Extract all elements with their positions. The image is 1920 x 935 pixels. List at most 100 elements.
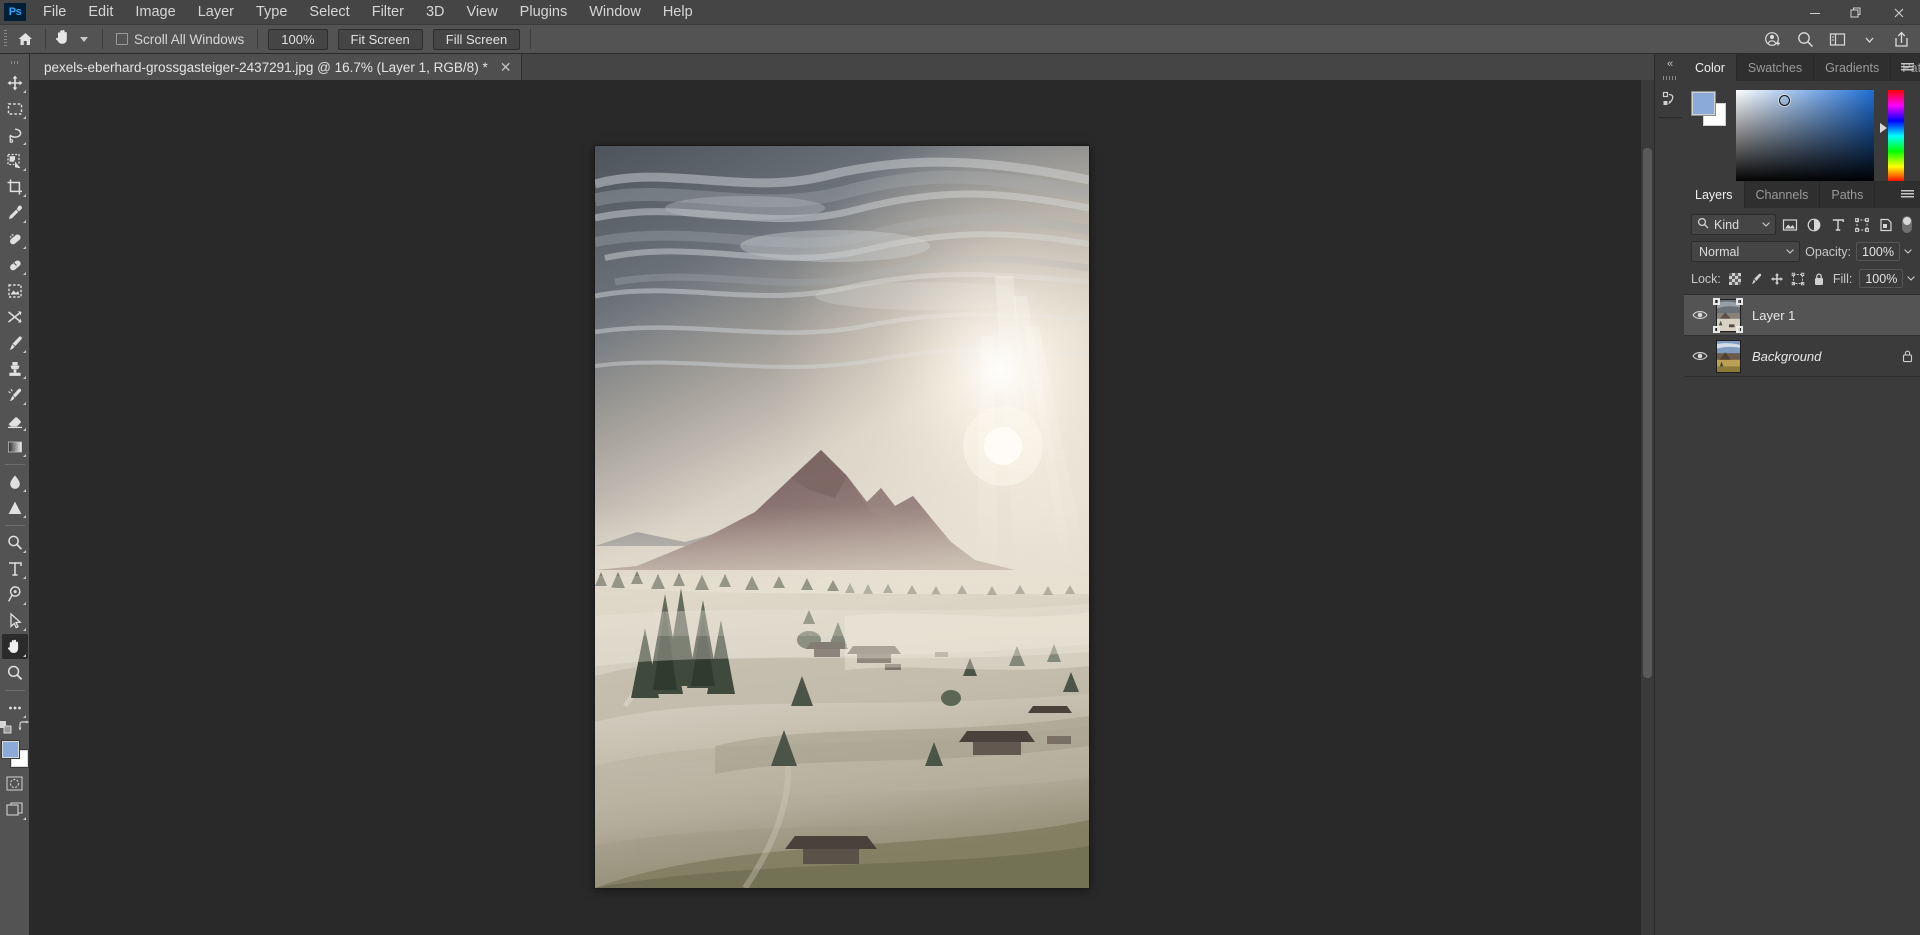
fill-control[interactable]: 100% (1859, 269, 1916, 288)
filter-shape-icon[interactable] (1852, 214, 1872, 235)
path-selection-tool[interactable] (2, 608, 28, 633)
menu-view[interactable]: View (456, 1, 509, 24)
tab-layers[interactable]: Layers (1684, 181, 1745, 208)
filter-pixel-icon[interactable] (1780, 214, 1800, 235)
layer-filter-toggle[interactable] (1902, 215, 1914, 235)
dodge-tool[interactable] (2, 495, 28, 520)
filter-type-icon[interactable] (1828, 214, 1848, 235)
fit-screen-button[interactable]: Fit Screen (337, 28, 423, 50)
layer-name[interactable]: Background (1744, 349, 1894, 364)
canvas-vertical-scrollbar[interactable] (1641, 80, 1654, 935)
menu-3d[interactable]: 3D (415, 1, 456, 24)
clone-stamp-tool[interactable] (2, 356, 28, 381)
spot-healing-tool[interactable] (2, 226, 28, 251)
zoom-tool[interactable] (2, 660, 28, 685)
menu-file[interactable]: File (32, 1, 77, 24)
layer-filter-kind-select[interactable]: Kind (1691, 214, 1776, 235)
layer-name[interactable]: Layer 1 (1744, 308, 1894, 323)
color-picker-handle[interactable] (1779, 95, 1790, 106)
menu-type[interactable]: Type (245, 1, 298, 24)
layer-thumbnail[interactable] (1712, 297, 1744, 333)
marquee-tool[interactable] (2, 96, 28, 121)
collapse-panels-icon[interactable]: « (1667, 58, 1673, 70)
blend-mode-select[interactable]: Normal (1691, 241, 1801, 262)
history-brush-tool[interactable] (2, 382, 28, 407)
default-colors-icon[interactable] (0, 720, 12, 739)
layer-visibility-eye-icon[interactable] (1688, 295, 1712, 336)
close-icon[interactable]: ✕ (498, 60, 514, 74)
color-panel-menu-icon[interactable] (1901, 54, 1914, 81)
history-panel-icon[interactable] (1657, 86, 1683, 112)
move-tool[interactable] (2, 70, 28, 95)
crop-tool[interactable] (2, 174, 28, 199)
scroll-all-windows-checkbox[interactable]: Scroll All Windows (108, 32, 252, 47)
menu-window[interactable]: Window (578, 1, 652, 24)
fill-value[interactable]: 100% (1859, 269, 1904, 288)
table-row[interactable]: Layer 1 (1684, 295, 1920, 336)
close-button[interactable] (1878, 0, 1920, 25)
screen-mode-icon[interactable] (2, 797, 28, 822)
options-bar-grip[interactable] (0, 25, 10, 54)
quick-selection-tool[interactable] (2, 148, 28, 173)
lock-position-icon[interactable] (1770, 270, 1784, 287)
share-export-icon[interactable] (1886, 25, 1916, 54)
share-user-icon[interactable] (1758, 25, 1788, 54)
shuffle-tool[interactable] (2, 304, 28, 329)
filter-adjustment-icon[interactable] (1804, 214, 1824, 235)
minimize-button[interactable] (1794, 0, 1836, 25)
chevron-down-icon[interactable] (1903, 243, 1913, 261)
chevron-down-icon[interactable] (1854, 25, 1884, 54)
tab-gradients[interactable]: Gradients (1814, 54, 1892, 81)
frame-tool[interactable] (2, 278, 28, 303)
layers-panel-menu-icon[interactable] (1901, 181, 1914, 208)
canvas-viewport[interactable] (30, 80, 1654, 935)
lock-artboard-nesting-icon[interactable] (1791, 270, 1805, 287)
quick-mask-icon[interactable] (2, 771, 28, 796)
tab-channels[interactable]: Channels (1744, 181, 1821, 208)
menu-image[interactable]: Image (124, 1, 186, 24)
tool-preset-chevron-down-icon[interactable] (80, 36, 88, 42)
brush-tool[interactable] (2, 330, 28, 355)
eyedropper-tool[interactable] (2, 200, 28, 225)
opacity-control[interactable]: 100% (1856, 242, 1913, 261)
patch-tool[interactable] (2, 252, 28, 277)
search-icon[interactable] (1790, 25, 1820, 54)
type-tool[interactable] (2, 556, 28, 581)
dock-rail-grip[interactable] (1662, 76, 1677, 80)
filter-smart-object-icon[interactable] (1876, 214, 1896, 235)
table-row[interactable]: Background (1684, 336, 1920, 377)
tab-paths[interactable]: Paths (1820, 181, 1876, 208)
menu-edit[interactable]: Edit (77, 1, 124, 24)
color-panel-foreground-swatch[interactable] (1691, 91, 1716, 116)
canvas-vertical-scroll-thumb[interactable] (1643, 148, 1652, 679)
opacity-value[interactable]: 100% (1856, 242, 1900, 261)
menu-select[interactable]: Select (298, 1, 360, 24)
layer-visibility-eye-icon[interactable] (1688, 336, 1712, 377)
menu-help[interactable]: Help (652, 1, 704, 24)
lock-all-icon[interactable] (1812, 270, 1826, 287)
maximize-restore-button[interactable] (1836, 0, 1878, 25)
color-picker-field[interactable] (1736, 90, 1874, 182)
gradient-tool[interactable] (2, 434, 28, 459)
foreground-color-swatch[interactable] (0, 740, 20, 759)
lock-transparent-pixels-icon[interactable] (1728, 270, 1742, 287)
lasso-tool[interactable] (2, 122, 28, 147)
pen-tool[interactable] (2, 582, 28, 607)
image-canvas[interactable] (595, 146, 1089, 888)
active-tool-preset[interactable] (51, 27, 97, 52)
eraser-tool[interactable] (2, 408, 28, 433)
hue-slider-handle[interactable] (1880, 123, 1887, 133)
edit-toolbar-ellipsis-icon[interactable] (2, 695, 28, 720)
tab-color[interactable]: Color (1684, 54, 1737, 81)
document-tab[interactable]: pexels-eberhard-grossgasteiger-2437291.j… (30, 54, 523, 80)
menu-layer[interactable]: Layer (187, 1, 245, 24)
zoom-glass-decorative-tool[interactable] (2, 530, 28, 555)
fill-screen-button[interactable]: Fill Screen (432, 28, 521, 50)
toolbar-grip[interactable] (10, 56, 20, 68)
layer-thumbnail[interactable] (1712, 339, 1744, 374)
hue-slider[interactable] (1880, 90, 1904, 182)
hand-tool[interactable] (1, 634, 28, 659)
menu-plugins[interactable]: Plugins (509, 1, 579, 24)
menu-filter[interactable]: Filter (361, 1, 415, 24)
home-icon[interactable] (10, 25, 40, 54)
